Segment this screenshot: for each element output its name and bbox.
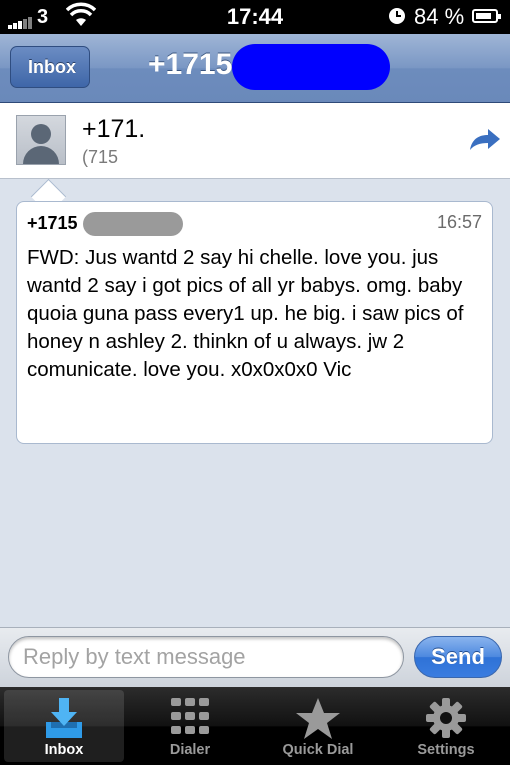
battery-percentage: 84 % [414,4,465,29]
tab-label: Dialer [169,742,211,758]
reply-bar: Send [0,627,510,688]
battery-icon [472,9,501,23]
tab-quick-dial[interactable]: Quick Dial [258,690,378,762]
tab-bar: Inbox Dialer Quick Dial Settings [0,687,510,765]
tab-dialer[interactable]: Dialer [130,690,250,762]
forward-arrow-icon[interactable] [468,128,502,152]
tab-inbox[interactable]: Inbox [4,690,124,762]
message-sender: +1715 [27,213,78,233]
alarm-clock-icon [389,8,405,24]
message-body: FWD: Jus wantd 2 say hi chelle. love you… [27,246,464,381]
gear-icon [426,698,466,738]
message-time: 16:57 [436,212,482,232]
reply-input[interactable] [8,636,404,678]
message-bubble[interactable]: +1715 16:57 FWD: Jus wantd 2 say hi chel… [16,201,493,444]
star-icon [296,698,340,739]
contact-number: (715 [82,147,119,167]
send-button[interactable]: Send [414,636,502,678]
tab-label: Settings [417,742,475,758]
message-area[interactable]: +1715 16:57 FWD: Jus wantd 2 say hi chel… [0,178,510,627]
inbox-download-icon [46,698,82,738]
contact-header[interactable]: +171. (715 [0,103,510,179]
tab-settings[interactable]: Settings [386,690,506,762]
redaction-mark [232,44,390,90]
conversation-title: +1715 [148,48,233,81]
keypad-icon [171,698,209,734]
navigation-bar: Inbox +1715 [0,34,510,103]
status-bar: 3 17:44 84 % [0,0,510,34]
contact-avatar [16,115,66,165]
sender-redaction [83,212,183,236]
contact-name: +171. [82,115,146,143]
tab-label: Inbox [44,742,84,758]
tab-label: Quick Dial [282,742,354,758]
inbox-back-button[interactable]: Inbox [10,46,90,88]
